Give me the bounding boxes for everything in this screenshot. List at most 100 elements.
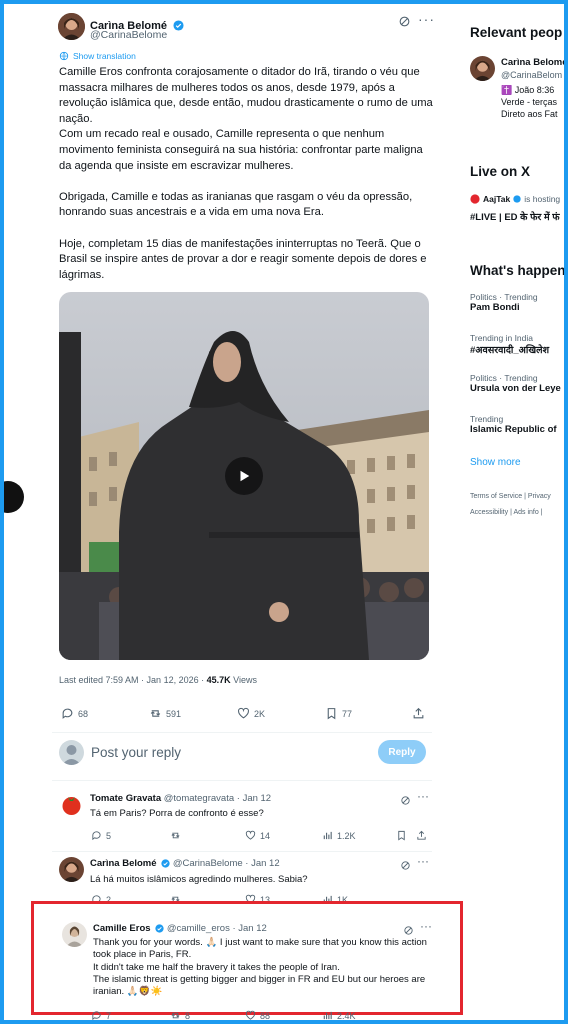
reply-avatar[interactable] [62,922,87,947]
repost-action[interactable] [170,830,185,841]
more-options-icon[interactable]: ··· [417,854,429,868]
trend-category: Politics · Trending [470,373,538,383]
repost-action[interactable]: 8 [170,1010,190,1020]
like-action[interactable]: 88 [245,1010,270,1020]
reply-date[interactable]: · Jan 12 [232,923,266,934]
like-action[interactable]: 14 [245,830,270,841]
tweet-paragraph: Hoje, completam 15 dias de manifestações… [59,237,427,281]
relevant-people-heading: Relevant peop [470,25,563,40]
browser-viewport: Carìna Belomé @CarinaBelome ··· Show tra… [4,4,564,1020]
reply-author-name[interactable]: Tomate Gravata [90,793,161,804]
analytics-icon [323,831,332,840]
divider [52,851,432,852]
live-host-suffix: is hosting [524,194,561,204]
reply-author-handle[interactable]: @tomategravata [164,793,234,804]
globe-icon [59,51,69,61]
play-icon [240,470,250,482]
live-host-row[interactable]: AajTak is hosting [470,194,560,204]
views-action[interactable]: 1.2K [322,830,356,841]
reply-text-line: Lá há muitos islâmicos agredindo mulhere… [90,874,308,885]
repost-action[interactable]: 591 [149,707,181,720]
more-options-icon[interactable]: ··· [420,919,432,933]
like-count: 88 [260,1010,271,1021]
reply-action[interactable]: 7 [91,1010,111,1020]
reply-count: 68 [78,708,89,719]
side-handle[interactable] [4,481,24,513]
footer-separator: | [524,493,526,500]
timestamp[interactable]: Last edited 7:59 AM · Jan 12, 2026 · [59,675,204,685]
trend-item[interactable]: Politics · Trending Ursula von der Leye [470,373,561,394]
show-more-link[interactable]: Show more [470,457,521,468]
privacy-link[interactable]: Privacy [528,493,551,500]
author-avatar[interactable] [58,13,85,40]
accessibility-link[interactable]: Accessibility [470,509,508,516]
play-button[interactable] [225,457,263,495]
live-title[interactable]: #LIVE | ED के फेर में फं [470,210,560,223]
trend-item[interactable]: Politics · Trending Pam Bondi [470,292,538,313]
trend-item[interactable]: Trending Islamic Republic of [470,414,557,435]
terms-link[interactable]: Terms of Service [470,493,522,500]
repost-count: 8 [185,1010,191,1021]
more-options-icon[interactable]: ··· [417,789,429,803]
footer-separator: | [540,509,543,516]
reply-action[interactable]: 5 [91,830,111,841]
tweet-text: Camille Eros confronta corajosamente o d… [59,65,434,283]
relevant-avatar[interactable] [470,56,495,81]
bookmark-action[interactable]: 77 [325,707,352,720]
highlight-box: Camille Eros @camille_eros · Jan 12 ··· … [31,901,463,1015]
reply-author-handle[interactable]: @CarinaBelome [173,858,243,869]
tweet-paragraph: Camille Eros confronta corajosamente o d… [59,66,433,125]
reply-text: Thank you for your words. 🙏🏻 I just want… [93,937,438,998]
reply-icon [92,1011,101,1020]
tweet-meta: Last edited 7:59 AM · Jan 12, 2026 · 45.… [59,675,257,685]
reply-icon [92,831,101,841]
reply-author-handle[interactable]: @camille_eros [167,923,230,934]
views-label: Views [233,675,258,685]
my-avatar[interactable] [59,740,84,765]
reply-avatar[interactable] [59,857,84,882]
reply-action[interactable]: 68 [61,707,88,720]
tweet-paragraph: Com um recado real e ousado, Camille rep… [59,128,423,172]
views-count: 2.4K [337,1010,356,1021]
reply-date[interactable]: · Jan 12 [245,858,279,869]
relevant-bio: ✝️ João 8:36 Verde - terças Direto aos F… [501,84,558,120]
share-action[interactable] [416,830,427,841]
grok-icon[interactable] [398,15,411,33]
reply-header: Camille Eros @camille_eros · Jan 12 [93,923,267,934]
views-action[interactable]: 2.4K [322,1010,356,1020]
whats-happening-heading: What's happen [470,263,564,278]
show-translation-link[interactable]: Show translation [59,51,136,61]
share-action[interactable] [412,707,425,720]
author-handle[interactable]: @CarinaBelome [90,29,167,41]
trend-name: Ursula von der Leye [470,383,561,394]
reply-date[interactable]: · Jan 12 [237,793,271,804]
tweet-video[interactable] [59,292,429,660]
trend-item[interactable]: Trending in India #अवसरवादी_अखिलेश [470,333,549,356]
reply-avatar[interactable] [59,792,84,817]
like-action[interactable]: 2K [237,707,265,720]
reply-input[interactable]: Post your reply [91,745,181,760]
relevant-handle[interactable]: @CarinaBelom [501,70,562,80]
bio-line: ✝️ João 8:36 [501,85,555,95]
more-options-icon[interactable]: ··· [418,11,435,27]
reply-author-name[interactable]: Camille Eros [93,923,151,934]
ads-info-link[interactable]: Ads info [513,509,538,516]
footer-links-row: Terms of Service | Privacy [470,493,551,500]
live-on-x-heading: Live on X [470,164,531,179]
relevant-name[interactable]: Carìna Belomé [501,57,564,68]
reply-header: Carìna Belomé @CarinaBelome · Jan 12 [90,858,280,869]
reply-author-name[interactable]: Carìna Belomé [90,858,157,869]
reply-text: Tá em Paris? Porra de confronto é esse? [90,807,430,820]
views-count: 1.2K [337,830,356,841]
footer-links-row: Accessibility | Ads info | [470,509,543,516]
views-count: 45.7K [206,675,231,685]
like-count: 2K [254,708,266,719]
repost-count: 591 [166,708,182,719]
reply-icon [62,708,73,719]
bio-line: Verde - terças [501,97,558,107]
reply-button[interactable]: Reply [378,740,426,764]
like-count: 14 [260,830,271,841]
reply-text-line: Thank you for your words. 🙏🏻 I just want… [93,937,427,961]
bookmark-action[interactable] [396,830,407,841]
reply-text-line: It didn't take me half the bravery it ta… [93,961,340,973]
